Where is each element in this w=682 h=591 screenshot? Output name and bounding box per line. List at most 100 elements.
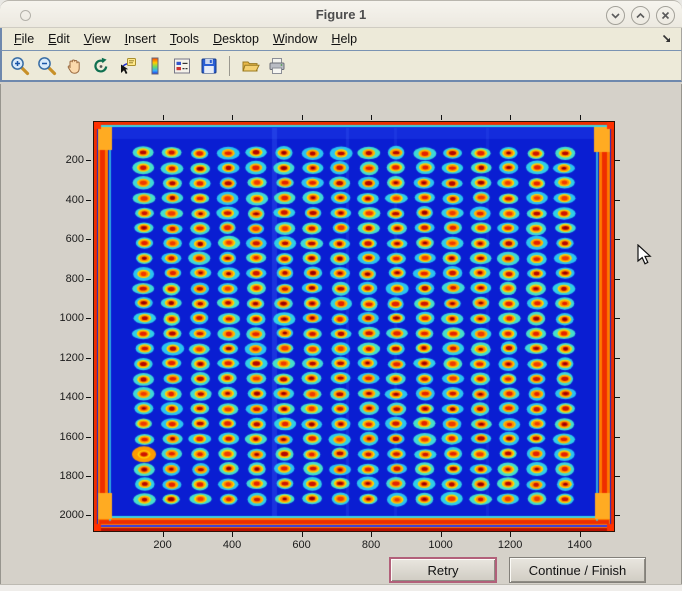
y-tick-right (615, 476, 620, 477)
save-icon (199, 56, 219, 76)
data-cursor-icon (118, 56, 138, 76)
menu-items: File Edit View Insert Tools Desktop Window Help (14, 32, 357, 46)
x-tick (580, 532, 581, 537)
x-tick (441, 532, 442, 537)
zoom-in-button[interactable] (8, 54, 32, 78)
y-tick-right (615, 279, 620, 280)
pan-icon (64, 56, 84, 76)
x-tick-label: 1000 (421, 539, 461, 551)
figure-window: Figure 1 File Edit View Insert Tools Desktop W… (0, 0, 682, 591)
menu-help[interactable]: Help (331, 32, 357, 46)
continue-finish-button[interactable]: Continue / Finish (509, 557, 646, 583)
y-tick (86, 279, 91, 280)
y-tick-label: 600 (48, 233, 84, 245)
data-cursor-button[interactable] (116, 54, 140, 78)
plate-image[interactable] (93, 121, 615, 532)
x-tick-label: 800 (351, 539, 391, 551)
insert-colorbar-icon (145, 56, 165, 76)
menu-edit[interactable]: Edit (48, 32, 70, 46)
y-tick (86, 318, 91, 319)
y-tick-right (615, 397, 620, 398)
y-tick-right (615, 515, 620, 516)
x-tick (232, 532, 233, 537)
x-tick-label: 600 (282, 539, 322, 551)
x-tick-top (302, 115, 303, 120)
menu-bar: File Edit View Insert Tools Desktop Window Help (0, 28, 682, 51)
title-bar[interactable]: Figure 1 (0, 0, 682, 28)
continue-finish-button-label: Continue / Finish (529, 563, 627, 578)
y-tick (86, 397, 91, 398)
dock-figure-icon[interactable] (661, 33, 673, 48)
y-tick (86, 200, 91, 201)
x-tick-top (510, 115, 511, 120)
x-tick-top (371, 115, 372, 120)
x-tick-top (232, 115, 233, 120)
rotate-3d-button[interactable] (89, 54, 113, 78)
x-tick-top (580, 115, 581, 120)
x-tick (510, 532, 511, 537)
y-tick (86, 476, 91, 477)
y-tick-label: 400 (48, 194, 84, 206)
x-tick-top (441, 115, 442, 120)
y-tick (86, 358, 91, 359)
close-button[interactable] (656, 6, 675, 25)
print-icon (267, 56, 287, 76)
insert-legend-icon (172, 56, 192, 76)
y-tick-right (615, 239, 620, 240)
menu-insert[interactable]: Insert (125, 32, 156, 46)
chevron-up-icon (635, 10, 646, 21)
menu-desktop[interactable]: Desktop (213, 32, 259, 46)
x-tick-label: 1400 (560, 539, 600, 551)
save-button[interactable] (197, 54, 221, 78)
y-tick-label: 1200 (48, 352, 84, 364)
open-icon (240, 56, 260, 76)
zoom-out-button[interactable] (35, 54, 59, 78)
y-tick-label: 2000 (48, 509, 84, 521)
y-tick-label: 1400 (48, 391, 84, 403)
zoom-out-icon (37, 56, 57, 76)
y-tick-right (615, 160, 620, 161)
figure-canvas-area: 200 400 600 800 1000 1200 1400 200 400 600 800 1000… (0, 84, 682, 584)
y-tick-right (615, 437, 620, 438)
menu-file[interactable]: File (14, 32, 34, 46)
mouse-cursor-icon (637, 244, 652, 271)
window-title: Figure 1 (0, 7, 682, 22)
retry-button-label: Retry (427, 563, 458, 578)
x-tick-top (163, 115, 164, 120)
open-button[interactable] (238, 54, 262, 78)
zoom-in-icon (10, 56, 30, 76)
menu-view[interactable]: View (84, 32, 111, 46)
y-tick-label: 800 (48, 273, 84, 285)
y-tick-label: 1000 (48, 312, 84, 324)
y-tick-right (615, 358, 620, 359)
y-tick-right (615, 318, 620, 319)
y-tick (86, 515, 91, 516)
window-bottom-edge (0, 584, 682, 591)
x-tick-label: 1200 (490, 539, 530, 551)
x-tick-label: 200 (143, 539, 183, 551)
y-tick-label: 1800 (48, 470, 84, 482)
minimize-button[interactable] (606, 6, 625, 25)
insert-colorbar-button[interactable] (143, 54, 167, 78)
figure-toolbar (0, 51, 682, 82)
toolbar-separator (229, 56, 230, 76)
insert-legend-button[interactable] (170, 54, 194, 78)
x-tick (371, 532, 372, 537)
y-tick-label: 1600 (48, 431, 84, 443)
x-tick (163, 532, 164, 537)
menu-tools[interactable]: Tools (170, 32, 199, 46)
retry-button[interactable]: Retry (389, 557, 497, 583)
chevron-down-icon (610, 10, 621, 21)
maximize-button[interactable] (631, 6, 650, 25)
print-button[interactable] (265, 54, 289, 78)
menu-window[interactable]: Window (273, 32, 317, 46)
y-tick (86, 160, 91, 161)
y-tick-right (615, 200, 620, 201)
x-tick (302, 532, 303, 537)
y-tick (86, 239, 91, 240)
x-tick-label: 400 (212, 539, 252, 551)
y-tick (86, 437, 91, 438)
pan-button[interactable] (62, 54, 86, 78)
y-tick-label: 200 (48, 154, 84, 166)
rotate-3d-icon (91, 56, 111, 76)
